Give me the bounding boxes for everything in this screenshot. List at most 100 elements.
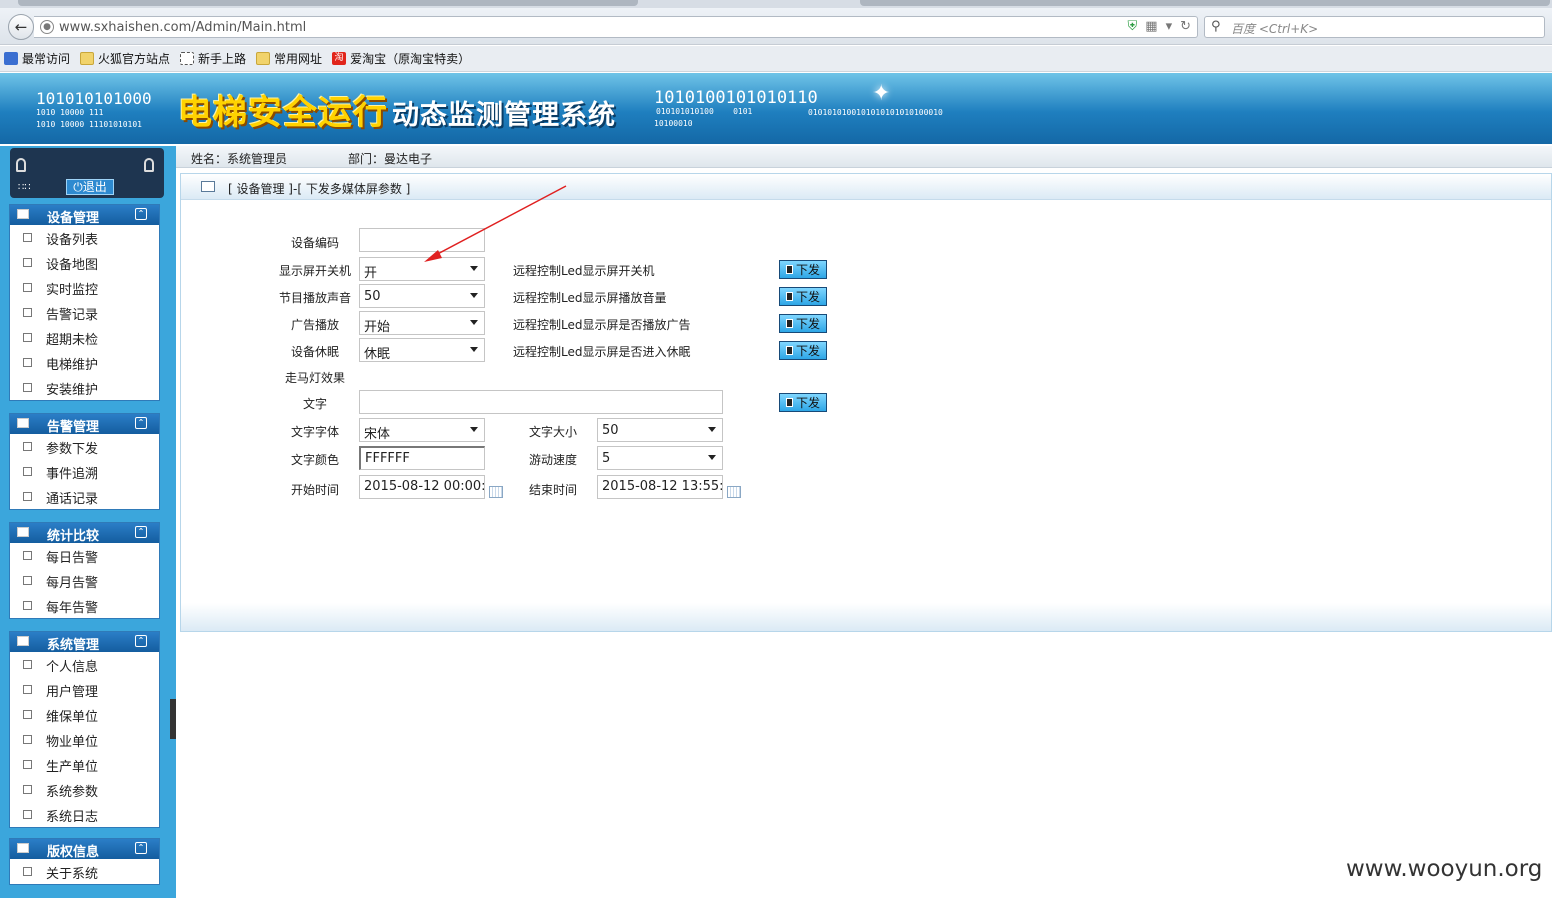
- send-ad-button[interactable]: 下发: [779, 314, 827, 333]
- device-code-label: 设备编码: [291, 236, 340, 250]
- user-department: 部门：曼达电子: [348, 152, 433, 166]
- sidebar-menu-item[interactable]: 系统日志: [10, 802, 159, 827]
- sidebar-menu-item[interactable]: 设备列表: [10, 225, 159, 250]
- sidebar-menu-item[interactable]: 通话记录: [10, 484, 159, 509]
- scroll-speed-value: 5: [602, 451, 611, 466]
- shield-icon[interactable]: ⛨: [1128, 19, 1138, 34]
- text-color-input[interactable]: FFFFFF: [359, 446, 485, 470]
- text-label: 文字: [303, 397, 328, 411]
- sidebar-menu-list: 参数下发 事件追溯 通话记录: [10, 434, 159, 509]
- document-icon: [23, 442, 32, 451]
- bookmark-label: 新手上路: [198, 52, 247, 66]
- reload-icon[interactable]: ↻: [1180, 19, 1191, 34]
- sidebar-menu-item[interactable]: 个人信息: [10, 652, 159, 677]
- sidebar-menu-item[interactable]: 维保单位: [10, 702, 159, 727]
- bookmark-item[interactable]: 最常访问: [4, 50, 70, 67]
- sidebar-menu-item[interactable]: 物业单位: [10, 727, 159, 752]
- browser-tab[interactable]: [18, 0, 638, 6]
- calendar-icon[interactable]: [727, 486, 741, 498]
- bookmark-label: 最常访问: [22, 52, 71, 66]
- send-marquee-button[interactable]: 下发: [779, 393, 827, 412]
- bookmark-label: 常用网址: [274, 52, 323, 66]
- sidebar-menu-item[interactable]: 电梯维护: [10, 350, 159, 375]
- logout-button[interactable]: ⏻退出: [66, 179, 114, 195]
- sidebar-menu-label: 设备列表: [46, 233, 99, 248]
- collapse-icon[interactable]: ⌃: [135, 417, 147, 429]
- document-icon: [23, 660, 32, 669]
- bookmark-item[interactable]: 常用网址: [256, 50, 322, 67]
- send-volume-button[interactable]: 下发: [779, 287, 827, 306]
- back-arrow-icon[interactable]: ←: [8, 14, 34, 40]
- panel-icon: [17, 636, 29, 646]
- send-screen-power-button[interactable]: 下发: [779, 260, 827, 279]
- sleep-value: 休眠: [364, 347, 391, 362]
- start-time-input[interactable]: 2015-08-12 00:00:00: [359, 475, 485, 499]
- sidebar-menu-list: 设备列表设备地图 实时监控 告警记录 超期未检 电梯维护安装维护: [10, 225, 159, 400]
- font-select[interactable]: 宋体: [359, 418, 485, 442]
- sidebar-menu-label: 物业单位: [46, 735, 99, 750]
- sleep-desc: 远程控制Led显示屏是否进入休眠: [513, 345, 691, 359]
- send-sleep-button[interactable]: 下发: [779, 341, 827, 360]
- chevron-down-icon: [708, 427, 716, 432]
- sidebar-top-widget: ∷∷ ⏻退出: [10, 148, 164, 198]
- sidebar-menu-item[interactable]: 安装维护: [10, 375, 159, 400]
- bookmark-star-icon: [4, 52, 18, 65]
- chevron-down-icon: [470, 347, 478, 352]
- sidebar-panel-header[interactable]: 统计比较 ⌃: [10, 523, 159, 544]
- sidebar-panel-header[interactable]: 设备管理 ⌃: [10, 205, 159, 226]
- bookmark-item[interactable]: 火狐官方站点: [80, 50, 170, 67]
- bookmark-item[interactable]: 新手上路: [180, 50, 246, 67]
- sidebar-panel-header[interactable]: 告警管理 ⌃: [10, 414, 159, 435]
- send-icon: [785, 398, 793, 407]
- font-size-select[interactable]: 50: [597, 418, 723, 442]
- binary-deco: 10100010: [654, 119, 693, 128]
- sidebar-panel: 版权信息 ⌃ 关于系统: [9, 838, 160, 885]
- sidebar-menu-item[interactable]: 实时监控: [10, 275, 159, 300]
- sidebar-menu-item[interactable]: 每日告警: [10, 543, 159, 568]
- sidebar-menu-item[interactable]: 用户管理: [10, 677, 159, 702]
- volume-value: 50: [364, 289, 381, 304]
- bookmark-label: 爱淘宝（原淘宝特卖）: [350, 52, 471, 66]
- url-bar[interactable]: ● www.sxhaishen.com/Admin/Main.html ⛨ ▦ …: [34, 16, 1198, 38]
- font-size-value: 50: [602, 423, 619, 438]
- sidebar-menu-item[interactable]: 告警记录: [10, 300, 159, 325]
- collapse-icon[interactable]: ⌃: [135, 526, 147, 538]
- collapse-icon[interactable]: ⌃: [135, 208, 147, 220]
- sidebar-menu-item[interactable]: 每年告警: [10, 593, 159, 618]
- sidebar-menu-item[interactable]: 生产单位: [10, 752, 159, 777]
- sidebar-panel-header[interactable]: 系统管理 ⌃: [10, 632, 159, 653]
- sidebar-menu-item[interactable]: 事件追溯: [10, 459, 159, 484]
- url-bar-icons: ⛨ ▦ ▾ ↻: [1128, 19, 1192, 34]
- end-time-label: 结束时间: [529, 483, 578, 497]
- sidebar-menu-item[interactable]: 设备地图: [10, 250, 159, 275]
- document-icon: [23, 551, 32, 560]
- sidebar-panel-header[interactable]: 版权信息 ⌃: [10, 839, 159, 860]
- sleep-select[interactable]: 休眠: [359, 338, 485, 362]
- sidebar-menu-label: 安装维护: [46, 383, 99, 398]
- sidebar-menu-item[interactable]: 系统参数: [10, 777, 159, 802]
- sidebar-menu-item[interactable]: 超期未检: [10, 325, 159, 350]
- sidebar-menu-item[interactable]: 关于系统: [10, 859, 159, 884]
- browser-tab[interactable]: [860, 0, 1550, 6]
- dropdown-arrow-icon[interactable]: ▾: [1166, 19, 1173, 34]
- search-placeholder: 百度 <Ctrl+K>: [1231, 22, 1319, 36]
- sidebar-menu-item[interactable]: 每月告警: [10, 568, 159, 593]
- search-bar[interactable]: ⚲ 百度 <Ctrl+K>: [1204, 16, 1545, 38]
- font-label: 文字字体: [291, 425, 340, 439]
- url-text[interactable]: www.sxhaishen.com/Admin/Main.html: [59, 20, 306, 35]
- sidebar-toggle-handle[interactable]: [170, 699, 176, 739]
- end-time-input[interactable]: 2015-08-12 13:55:22: [597, 475, 723, 499]
- collapse-icon[interactable]: ⌃: [135, 842, 147, 854]
- chevron-down-icon: [470, 427, 478, 432]
- bookmark-item[interactable]: 淘爱淘宝（原淘宝特卖）: [332, 50, 470, 67]
- ad-play-select[interactable]: 开始: [359, 311, 485, 335]
- calendar-icon[interactable]: [489, 486, 503, 498]
- send-label: 下发: [795, 317, 820, 331]
- sidebar-menu-label: 系统日志: [46, 810, 99, 825]
- marquee-text-input[interactable]: [359, 390, 723, 414]
- qr-code-icon[interactable]: ▦: [1145, 19, 1157, 34]
- scroll-speed-select[interactable]: 5: [597, 446, 723, 470]
- volume-select[interactable]: 50: [359, 284, 485, 308]
- sidebar-menu-item[interactable]: 参数下发: [10, 434, 159, 459]
- collapse-icon[interactable]: ⌃: [135, 635, 147, 647]
